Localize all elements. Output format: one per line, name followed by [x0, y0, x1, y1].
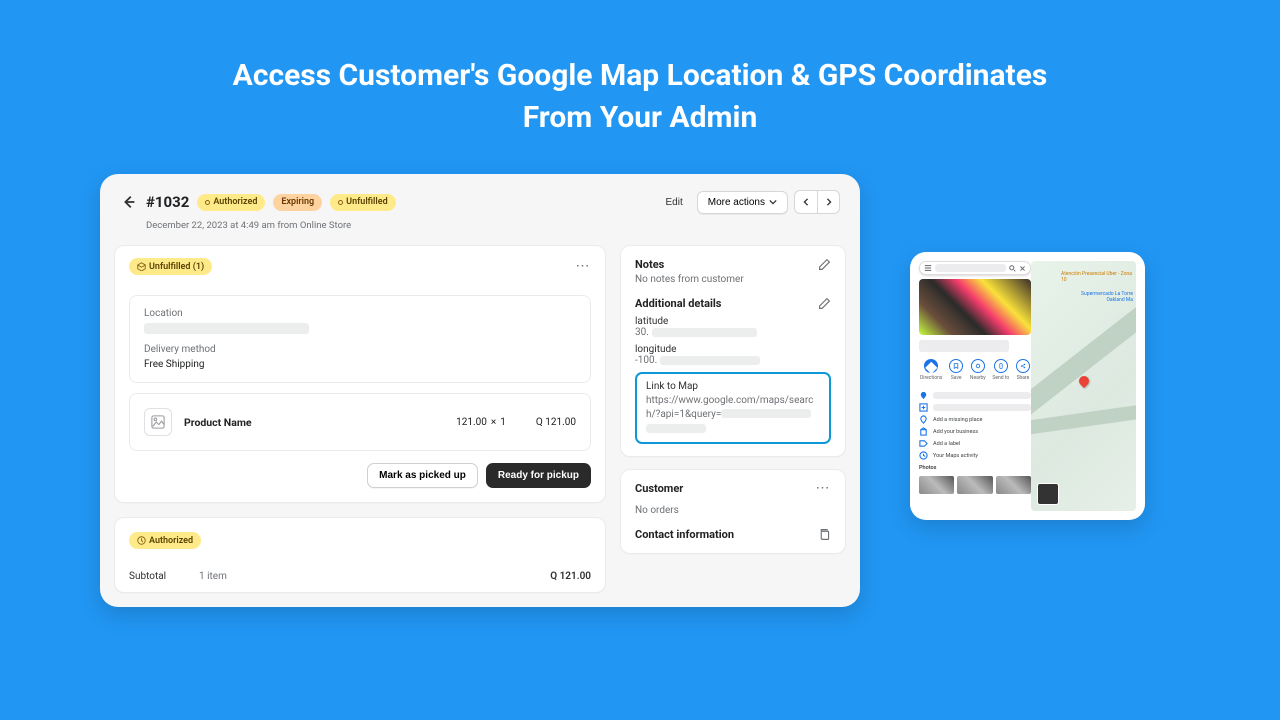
- order-header: #1032 Authorized Expiring Unfulfilled Ed…: [100, 174, 860, 220]
- longitude-row: longitude -100.: [635, 338, 831, 366]
- location-redacted: [144, 323, 309, 334]
- admin-order-card: #1032 Authorized Expiring Unfulfilled Ed…: [100, 174, 860, 607]
- directions-button[interactable]: ◆Directions: [920, 359, 942, 381]
- business-icon: [919, 427, 928, 436]
- notes-title: Notes: [635, 258, 664, 271]
- payment-panel: Authorized Subtotal 1 item Q 121.00: [114, 517, 606, 593]
- latitude-redacted: [652, 328, 757, 337]
- image-icon: [151, 415, 165, 429]
- bookmark-icon: [949, 359, 963, 373]
- plus-code-icon: [919, 403, 928, 412]
- edit-notes-icon[interactable]: [818, 258, 831, 271]
- google-maps-card: ◆Directions Save Nearby Send to Share Ad…: [910, 252, 1145, 520]
- back-arrow-icon[interactable]: [120, 193, 138, 211]
- prev-order-button[interactable]: [795, 191, 817, 213]
- order-meta: December 22, 2023 at 4:49 am from Online…: [100, 220, 860, 245]
- photos-strip[interactable]: [919, 476, 1031, 494]
- activity-row[interactable]: Your Maps activity: [919, 451, 1031, 460]
- latitude-row: latitude 30.: [635, 310, 831, 338]
- hero-title: Access Customer's Google Map Location & …: [0, 0, 1280, 149]
- plus-code-row: [919, 403, 1031, 412]
- place-hero-image: [919, 279, 1031, 335]
- map-poi[interactable]: Atención Presencial Uber - Zona 10: [1061, 271, 1136, 283]
- next-order-button[interactable]: [817, 191, 839, 213]
- link-label: Link to Map: [646, 381, 820, 392]
- delivery-value: Free Shipping: [144, 359, 576, 370]
- add-business-row[interactable]: Add your business: [919, 427, 1031, 436]
- customer-panel: Customer ⋯ No orders Contact information: [620, 469, 846, 554]
- photos-label: Photos: [919, 465, 1031, 471]
- contact-title: Contact information: [635, 528, 734, 541]
- badge-authorized: Authorized: [197, 194, 265, 211]
- subtotal-row: Subtotal 1 item Q 121.00: [115, 561, 605, 592]
- directions-icon: ◆: [924, 359, 938, 373]
- share-icon: [1016, 359, 1030, 373]
- location-block: Location Delivery method Free Shipping: [129, 295, 591, 383]
- map-side-panel: ◆Directions Save Nearby Send to Share Ad…: [919, 261, 1031, 511]
- order-number: #1032: [146, 193, 189, 211]
- chevron-down-icon: [769, 198, 777, 206]
- more-actions-button[interactable]: More actions: [697, 191, 788, 214]
- map-poi[interactable]: Supermercado La Torre Oakland Ma: [1078, 291, 1133, 303]
- add-place-icon: [919, 415, 928, 424]
- notes-panel: Notes No notes from customer Additional …: [620, 245, 846, 457]
- line-item-pricing: 121.00 × 1 Q 121.00: [456, 417, 576, 428]
- customer-title: Customer: [635, 482, 683, 495]
- box-open-icon: [137, 262, 146, 271]
- share-button[interactable]: Share: [1016, 359, 1030, 381]
- search-icon[interactable]: [1009, 265, 1016, 272]
- address-row: [919, 391, 1031, 400]
- clock-icon: [137, 536, 146, 545]
- link-url: https://www.google.com/maps/search/?api=…: [646, 394, 820, 421]
- add-missing-row[interactable]: Add a missing place: [919, 415, 1031, 424]
- product-thumb: [144, 408, 172, 436]
- location-label: Location: [144, 308, 576, 319]
- notes-empty: No notes from customer: [635, 271, 831, 285]
- send-button[interactable]: Send to: [992, 359, 1009, 381]
- save-button[interactable]: Save: [949, 359, 963, 381]
- line-item-row: Product Name 121.00 × 1 Q 121.00: [129, 393, 591, 451]
- edit-button[interactable]: Edit: [658, 192, 691, 213]
- nearby-icon: [971, 359, 985, 373]
- label-icon: [919, 439, 928, 448]
- payment-badge: Authorized: [129, 532, 201, 549]
- map-search[interactable]: [919, 261, 1031, 275]
- fulfillment-badge: Unfulfilled (1): [129, 258, 212, 275]
- ready-for-pickup-button[interactable]: Ready for pickup: [486, 463, 591, 488]
- phone-icon: [994, 359, 1008, 373]
- map-actions: ◆Directions Save Nearby Send to Share: [919, 359, 1031, 388]
- customer-empty: No orders: [635, 495, 831, 516]
- badge-expiring: Expiring: [273, 194, 322, 211]
- badge-unfulfilled: Unfulfilled: [330, 194, 395, 211]
- link-to-map-box[interactable]: Link to Map https://www.google.com/maps/…: [635, 372, 831, 444]
- longitude-redacted: [660, 356, 760, 365]
- mark-picked-up-button[interactable]: Mark as picked up: [367, 463, 478, 488]
- place-name-redacted: [919, 340, 1009, 352]
- product-name[interactable]: Product Name: [184, 416, 252, 429]
- pin-icon: [919, 391, 928, 400]
- add-label-row[interactable]: Add a label: [919, 439, 1031, 448]
- menu-icon[interactable]: [924, 264, 932, 272]
- copy-contact-icon[interactable]: [818, 528, 831, 541]
- history-icon: [919, 451, 928, 460]
- order-nav: [794, 190, 840, 214]
- nearby-button[interactable]: Nearby: [970, 359, 986, 381]
- edit-details-icon[interactable]: [818, 297, 831, 310]
- layers-button[interactable]: [1037, 483, 1059, 505]
- customer-menu-icon[interactable]: ⋯: [816, 484, 832, 492]
- map-canvas[interactable]: Atención Presencial Uber - Zona 10 Super…: [1031, 261, 1136, 511]
- delivery-label: Delivery method: [144, 344, 576, 355]
- close-icon[interactable]: [1019, 265, 1026, 272]
- details-title: Additional details: [635, 297, 721, 310]
- fulfillment-panel: Unfulfilled (1) ⋯ Location Delivery meth…: [114, 245, 606, 503]
- fulfillment-menu-icon[interactable]: ⋯: [576, 262, 592, 270]
